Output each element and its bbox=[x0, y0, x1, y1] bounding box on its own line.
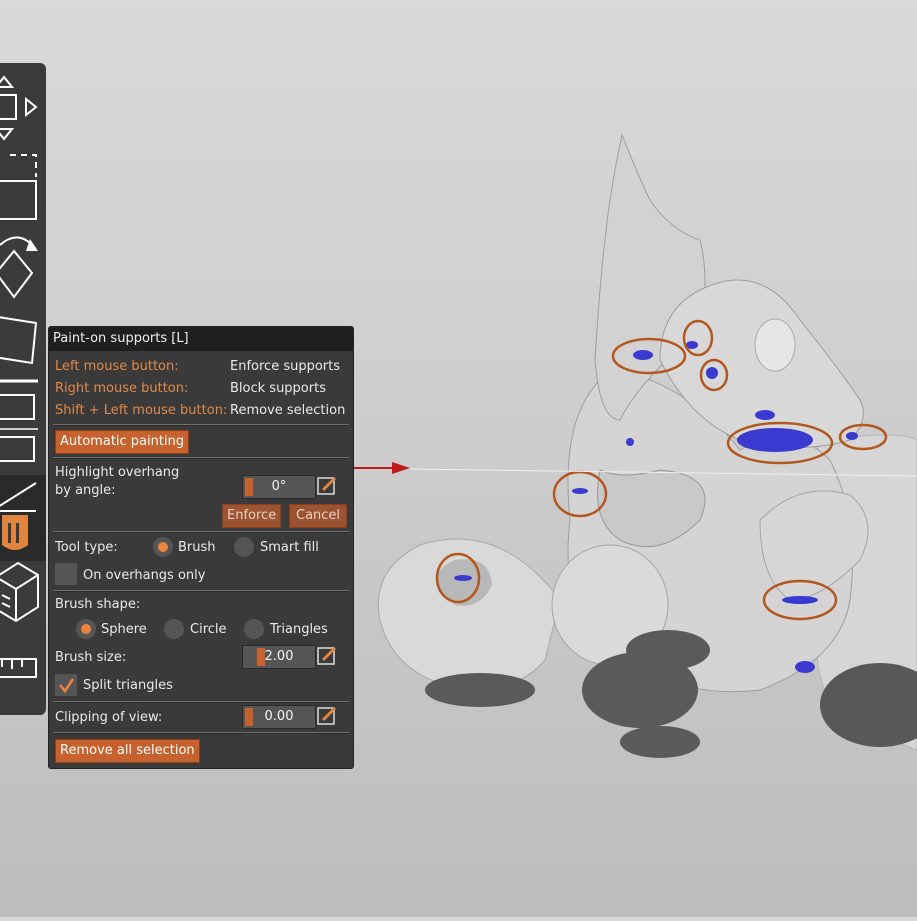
enforce-button[interactable]: Enforce bbox=[222, 504, 282, 528]
brush-size-value: 2.00 bbox=[264, 649, 294, 664]
paint-supports-icon bbox=[0, 482, 37, 550]
divider bbox=[53, 424, 349, 426]
brush-shape-sphere-radio[interactable] bbox=[76, 619, 96, 639]
help-action: Block supports bbox=[230, 381, 326, 396]
help-row-left: Left mouse button: Enforce supports bbox=[49, 359, 353, 379]
place-on-face-tool-button[interactable] bbox=[0, 311, 46, 371]
brush-size-label: Brush size: bbox=[55, 650, 127, 665]
split-triangles-checkbox[interactable] bbox=[55, 674, 77, 696]
place-on-face-icon bbox=[0, 316, 38, 365]
brush-shape-triangles-radio[interactable] bbox=[244, 619, 264, 639]
brush-shape-option: Triangles bbox=[270, 622, 328, 637]
brush-shape-option: Circle bbox=[190, 622, 227, 637]
help-key: Left mouse button: bbox=[55, 359, 179, 374]
highlight-angle-value: 0° bbox=[271, 479, 287, 494]
clipping-of-view-slider[interactable]: 0.00 bbox=[242, 705, 316, 729]
checkmark-icon bbox=[59, 678, 74, 694]
brush-size-slider[interactable]: 2.00 bbox=[242, 645, 316, 669]
help-row-right: Right mouse button: Block supports bbox=[49, 381, 353, 401]
automatic-painting-button[interactable]: Automatic painting bbox=[55, 430, 190, 454]
edit-icon[interactable] bbox=[317, 476, 337, 496]
on-overhangs-only-checkbox[interactable] bbox=[55, 563, 77, 585]
measure-tool-button[interactable] bbox=[0, 651, 46, 691]
tool-type-smart-fill-radio[interactable] bbox=[234, 537, 254, 557]
rotate-tool-button[interactable] bbox=[0, 229, 46, 305]
tool-type-option: Brush bbox=[178, 540, 216, 555]
panel-title: Paint-on supports [L] bbox=[49, 327, 353, 351]
paint-on-supports-panel: Paint-on supports [L] Left mouse button:… bbox=[48, 326, 354, 769]
edit-icon[interactable] bbox=[317, 646, 337, 666]
cancel-button[interactable]: Cancel bbox=[289, 504, 348, 528]
slider-handle[interactable] bbox=[245, 708, 253, 726]
brush-shape-circle-radio[interactable] bbox=[164, 619, 184, 639]
clipping-of-view-label: Clipping of view: bbox=[55, 710, 163, 725]
brush-shape-label: Brush shape: bbox=[55, 597, 141, 612]
cut-icon bbox=[0, 379, 38, 462]
tool-type-brush-radio[interactable] bbox=[153, 537, 173, 557]
help-key: Shift + Left mouse button: bbox=[55, 403, 228, 418]
divider bbox=[53, 531, 349, 533]
move-icon bbox=[0, 75, 38, 141]
edit-icon[interactable] bbox=[317, 706, 337, 726]
scale-icon bbox=[0, 154, 37, 220]
remove-all-selection-button[interactable]: Remove all selection bbox=[55, 739, 200, 763]
rotate-icon bbox=[0, 236, 38, 299]
divider bbox=[53, 590, 349, 592]
highlight-angle-slider[interactable]: 0° bbox=[242, 475, 316, 499]
cut-tool-button[interactable] bbox=[0, 373, 46, 463]
help-key: Right mouse button: bbox=[55, 381, 189, 396]
divider bbox=[53, 732, 349, 734]
split-triangles-label: Split triangles bbox=[83, 678, 173, 693]
on-overhangs-only-label: On overhangs only bbox=[83, 568, 206, 583]
clipping-of-view-value: 0.00 bbox=[264, 709, 294, 724]
left-toolbar bbox=[0, 63, 46, 715]
slider-handle[interactable] bbox=[257, 648, 265, 666]
highlight-overhang-label: Highlight overhang bbox=[55, 465, 180, 480]
divider bbox=[53, 701, 349, 703]
help-action: Enforce supports bbox=[230, 359, 341, 374]
move-tool-button[interactable] bbox=[0, 71, 46, 147]
measure-icon bbox=[0, 658, 37, 678]
paint-supports-tool-button[interactable] bbox=[0, 475, 46, 561]
seam-painting-icon bbox=[0, 561, 39, 623]
tool-type-label: Tool type: bbox=[55, 540, 118, 555]
slider-handle[interactable] bbox=[245, 478, 253, 496]
scale-tool-button[interactable] bbox=[0, 151, 46, 223]
tool-type-option: Smart fill bbox=[260, 540, 319, 555]
highlight-overhang-label-2: by angle: bbox=[55, 483, 116, 498]
brush-shape-option: Sphere bbox=[101, 622, 147, 637]
seam-painting-tool-button[interactable] bbox=[0, 557, 46, 633]
divider bbox=[53, 457, 349, 459]
help-row-shift: Shift + Left mouse button: Remove select… bbox=[49, 403, 353, 423]
help-action: Remove selection bbox=[230, 403, 346, 418]
